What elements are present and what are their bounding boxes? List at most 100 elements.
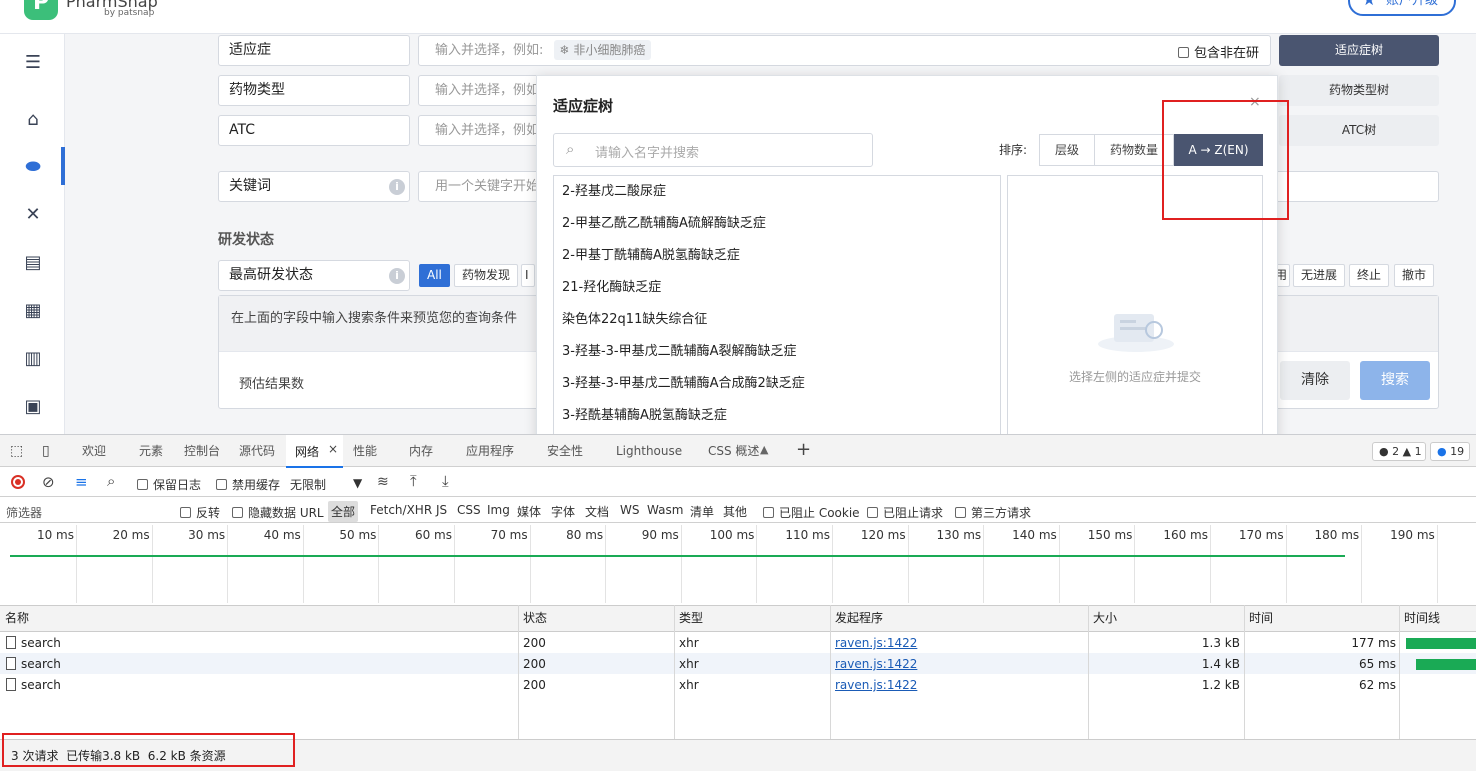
- close-tab-icon[interactable]: ×: [328, 442, 338, 456]
- filter-js[interactable]: JS: [436, 503, 447, 517]
- keyword-info-icon[interactable]: i: [389, 179, 405, 195]
- status-tag-all[interactable]: All: [419, 264, 450, 287]
- preserve-log-checkbox[interactable]: 保留日志: [137, 476, 201, 493]
- list-item[interactable]: 3-羟基-3-甲基戊二酰辅酶A裂解酶缺乏症: [554, 336, 1000, 368]
- drug-type-tree-button[interactable]: 药物类型树: [1279, 75, 1439, 106]
- checkbox-box[interactable]: [763, 507, 774, 518]
- filter-media[interactable]: 媒体: [517, 503, 541, 520]
- search-button[interactable]: 搜索: [1360, 361, 1430, 400]
- list-item[interactable]: 2-甲基丁酰辅酶A脱氢酶缺乏症: [554, 240, 1000, 272]
- news-icon[interactable]: ▦: [20, 298, 46, 324]
- indication-list[interactable]: 2-羟基戊二酸尿症 2-甲基乙酰乙酰辅酶A硫解酶缺乏症 2-甲基丁酰辅酶A脱氢酶…: [553, 175, 1001, 434]
- checkbox-box[interactable]: [1178, 47, 1189, 58]
- tab-welcome[interactable]: 欢迎: [82, 435, 106, 467]
- checkbox-box[interactable]: [180, 507, 191, 518]
- filter-other[interactable]: 其他: [723, 503, 747, 520]
- import-har-icon[interactable]: ⤒: [410, 472, 417, 490]
- col-type[interactable]: 类型: [674, 605, 703, 632]
- status-tag-no-progress[interactable]: 无进展: [1293, 264, 1346, 287]
- indication-input[interactable]: 输入并选择，例如: ❄ 非小细胞肺癌: [418, 35, 1271, 66]
- menu-collapse-icon[interactable]: ☰: [20, 50, 46, 76]
- inspect-element-icon[interactable]: ⬚: [10, 443, 23, 459]
- filter-fetch-xhr[interactable]: Fetch/XHR: [370, 503, 432, 517]
- hide-data-url-checkbox[interactable]: 隐藏数据 URL: [232, 504, 324, 521]
- request-initiator-link[interactable]: raven.js:1422: [835, 654, 917, 675]
- indication-tree-button[interactable]: 适应症树: [1279, 35, 1439, 66]
- blocked-cookie-checkbox[interactable]: 已阻止 Cookie: [763, 504, 860, 521]
- col-name[interactable]: 名称: [0, 605, 29, 632]
- list-item[interactable]: 2-羟基戊二酸尿症: [554, 176, 1000, 208]
- status-tag-partial[interactable]: I: [521, 264, 535, 287]
- checkbox-box[interactable]: [216, 479, 227, 490]
- filter-font[interactable]: 字体: [551, 503, 575, 520]
- clear-button[interactable]: 清除: [1280, 361, 1350, 400]
- tab-css-overview[interactable]: CSS 概述: [708, 435, 759, 467]
- device-toolbar-icon[interactable]: ▯: [42, 443, 50, 459]
- col-initiator[interactable]: 发起程序: [830, 605, 883, 632]
- filter-icon[interactable]: ≡: [75, 473, 88, 491]
- search-report-icon[interactable]: ▣: [20, 394, 46, 420]
- checkbox-box[interactable]: [232, 507, 243, 518]
- filter-input[interactable]: 筛选器: [6, 504, 42, 521]
- invert-checkbox[interactable]: 反转: [180, 504, 220, 521]
- filter-all[interactable]: 全部: [328, 501, 359, 522]
- drug-pill-icon[interactable]: ⬬: [20, 154, 46, 180]
- tab-security[interactable]: 安全性: [547, 435, 583, 467]
- status-info-icon[interactable]: i: [389, 268, 405, 284]
- clear-log-icon[interactable]: ⊘: [42, 473, 55, 491]
- third-party-checkbox[interactable]: 第三方请求: [955, 504, 1031, 521]
- filter-ws[interactable]: WS: [620, 503, 639, 517]
- example-chip[interactable]: ❄ 非小细胞肺癌: [553, 40, 652, 60]
- checkbox-box[interactable]: [137, 479, 148, 490]
- list-item[interactable]: 染色体22q11缺失综合征: [554, 304, 1000, 336]
- status-tag-terminated[interactable]: 终止: [1349, 264, 1390, 287]
- list-item[interactable]: 21-羟化酶缺乏症: [554, 272, 1000, 304]
- pharmsnap-logo[interactable]: P: [24, 0, 58, 20]
- tab-sources[interactable]: 源代码: [239, 435, 275, 467]
- table-row[interactable]: search: [6, 654, 61, 675]
- tools-icon[interactable]: ✕: [20, 202, 46, 228]
- include-non-rd-checkbox[interactable]: 包含非在研: [1178, 42, 1259, 61]
- more-tabs-plus-icon[interactable]: +: [796, 439, 811, 460]
- record-icon[interactable]: [11, 475, 25, 489]
- filter-css[interactable]: CSS: [457, 503, 481, 517]
- search-icon[interactable]: ⌕: [107, 472, 115, 490]
- tab-console[interactable]: 控制台: [184, 435, 220, 467]
- list-item[interactable]: 2-甲基乙酰乙酰辅酶A硫解酶缺乏症: [554, 208, 1000, 240]
- filter-doc[interactable]: 文档: [585, 503, 609, 520]
- sort-by-level[interactable]: 层级: [1039, 134, 1095, 166]
- checkbox-box[interactable]: [867, 507, 878, 518]
- filter-img[interactable]: Img: [487, 503, 510, 517]
- table-row[interactable]: search: [6, 675, 61, 696]
- modal-search-input[interactable]: ⌕ 请输入名字并搜索: [553, 133, 873, 167]
- home-icon[interactable]: ⌂: [20, 107, 46, 133]
- list-item[interactable]: 3-羟基-3-甲基戊二酰辅酶A合成酶2缺乏症: [554, 368, 1000, 400]
- network-conditions-icon[interactable]: ≋: [377, 474, 389, 490]
- request-initiator-link[interactable]: raven.js:1422: [835, 633, 917, 654]
- tab-memory[interactable]: 内存: [409, 435, 433, 467]
- request-initiator-link[interactable]: raven.js:1422: [835, 675, 917, 696]
- col-size[interactable]: 大小: [1088, 605, 1117, 632]
- throttle-select[interactable]: 无限制 ▼: [290, 476, 366, 493]
- status-tag-discovery[interactable]: 药物发现: [454, 264, 519, 287]
- tab-lighthouse[interactable]: Lighthouse: [616, 435, 682, 467]
- upgrade-button[interactable]: ★ 账户升级: [1348, 0, 1456, 16]
- export-har-icon[interactable]: ⤓: [442, 472, 449, 490]
- tab-elements[interactable]: 元素: [139, 435, 163, 467]
- filter-wasm[interactable]: Wasm: [647, 503, 683, 517]
- checkbox-box[interactable]: [955, 507, 966, 518]
- col-time[interactable]: 时间: [1244, 605, 1273, 632]
- tab-performance[interactable]: 性能: [353, 435, 377, 467]
- tab-application[interactable]: 应用程序: [466, 435, 514, 467]
- col-waterfall[interactable]: 时间线: [1399, 605, 1440, 632]
- table-row[interactable]: search: [6, 633, 61, 654]
- col-status[interactable]: 状态: [518, 605, 547, 632]
- blocked-requests-checkbox[interactable]: 已阻止请求: [867, 504, 943, 521]
- list-item[interactable]: 3-羟酰基辅酶A脱氢酶缺乏症: [554, 400, 1000, 432]
- messages-counter[interactable]: ● 19: [1430, 442, 1470, 461]
- report-edit-icon[interactable]: ▤: [20, 250, 46, 276]
- filter-manifest[interactable]: 清单: [690, 503, 714, 520]
- atc-tree-button[interactable]: ATC树: [1279, 115, 1439, 146]
- status-tag-withdrawn[interactable]: 撤市: [1394, 264, 1435, 287]
- issues-counter[interactable]: ● 2 ▲ 1: [1372, 442, 1426, 461]
